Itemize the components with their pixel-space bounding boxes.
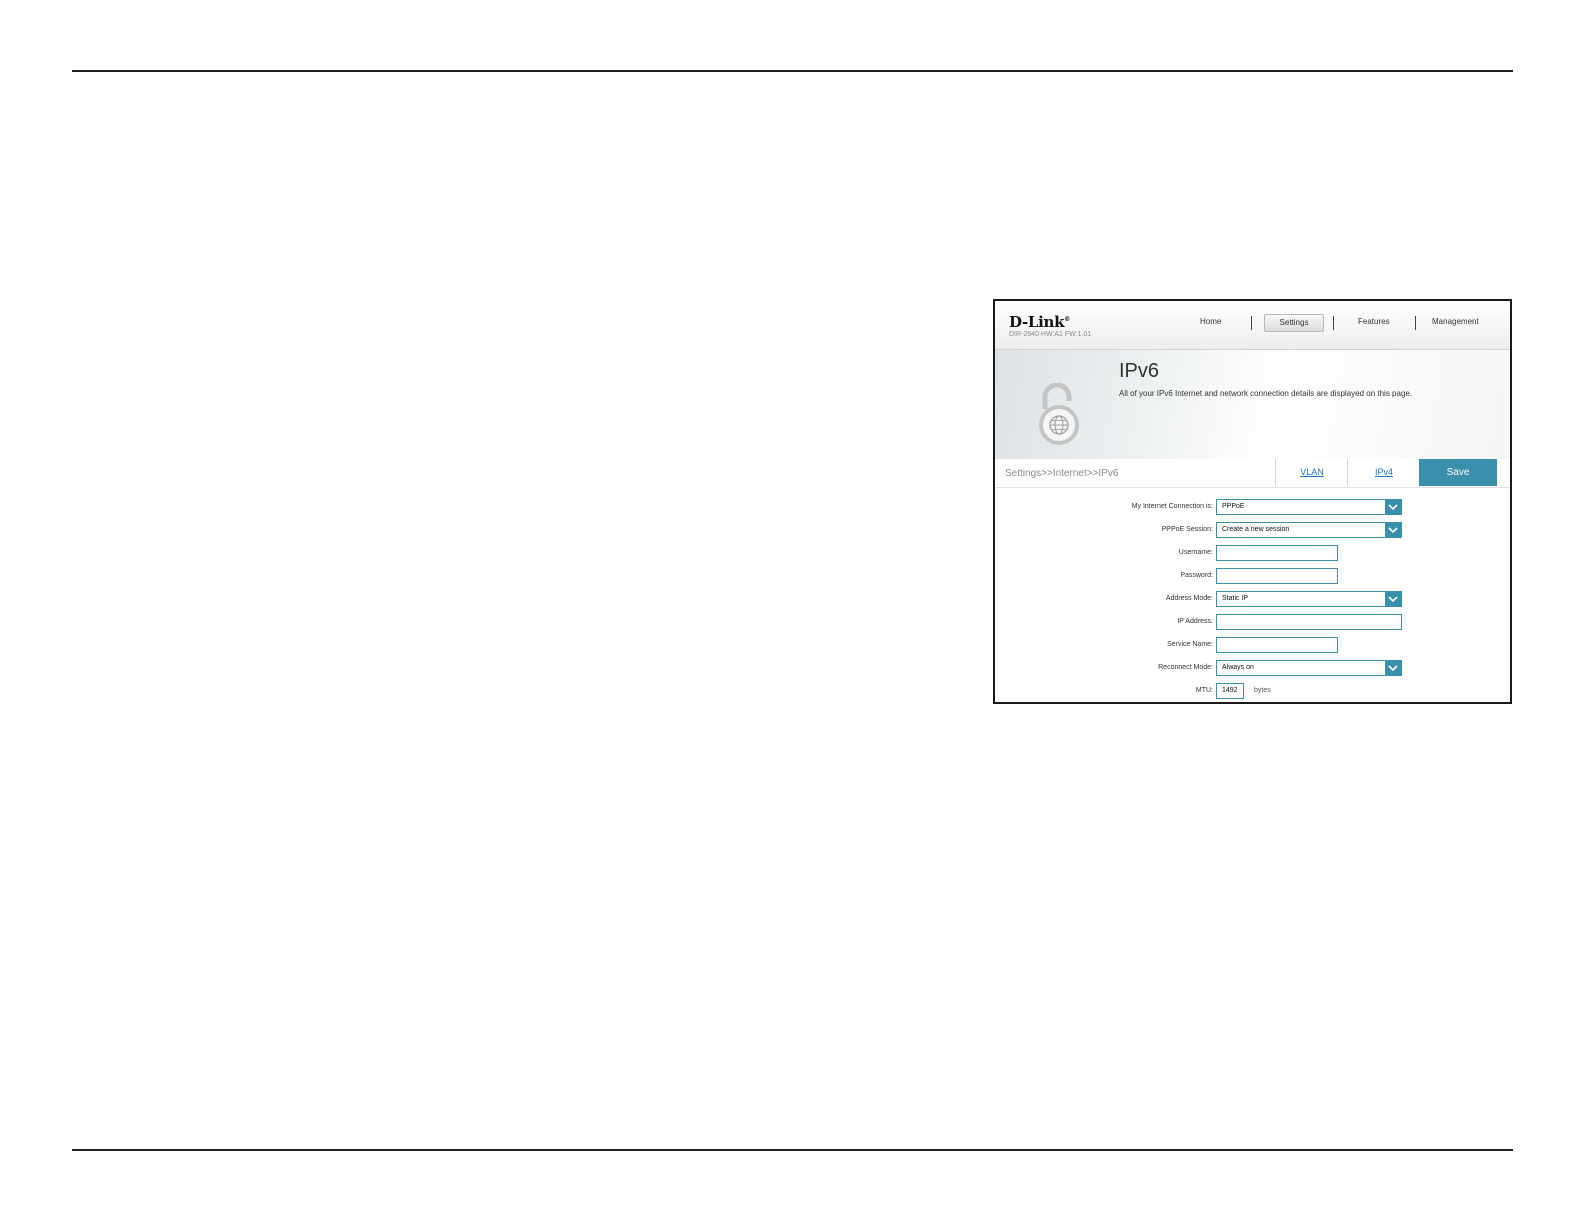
password-row: Password: xyxy=(995,568,1510,585)
mtu-label: MTU: xyxy=(1195,687,1213,694)
reconnect-label: Reconnect Mode: xyxy=(1158,664,1213,671)
username-label: Username: xyxy=(1178,549,1213,556)
page-title: IPv6 xyxy=(1119,360,1160,382)
bottom-rule xyxy=(72,1149,1513,1151)
mtu-unit: bytes xyxy=(1254,687,1271,694)
service-name-row: Service Name: xyxy=(995,637,1510,654)
reconnect-row: Reconnect Mode: Always on xyxy=(995,660,1510,677)
mtu-value: 1492 xyxy=(1222,687,1238,694)
password-label: Password: xyxy=(1180,572,1213,579)
lock-globe-icon xyxy=(1037,382,1083,450)
session-select[interactable]: Create a new session xyxy=(1216,522,1402,538)
connection-label: My Internet Connection is: xyxy=(1131,503,1213,510)
nav-management[interactable]: Management xyxy=(1432,317,1479,326)
connection-value: PPPoE xyxy=(1222,503,1245,510)
ip-address-row: IP Address: xyxy=(995,614,1510,631)
top-rule xyxy=(72,70,1513,72)
reconnect-select[interactable]: Always on xyxy=(1216,660,1402,676)
router-screenshot: D-Link® DIR-2640 HW:A1 FW:1.01 Home Sett… xyxy=(993,299,1512,704)
nav-separator xyxy=(1415,316,1416,330)
service-name-label: Service Name: xyxy=(1167,641,1213,648)
ip-address-input[interactable] xyxy=(1216,614,1402,630)
chevron-down-icon[interactable] xyxy=(1385,500,1401,514)
address-mode-value: Static IP xyxy=(1222,595,1249,602)
address-mode-row: Address Mode: Static IP xyxy=(995,591,1510,608)
mtu-input[interactable]: 1492 xyxy=(1216,683,1244,699)
address-mode-label: Address Mode: xyxy=(1165,595,1213,602)
chevron-down-icon[interactable] xyxy=(1385,523,1401,537)
chevron-down-icon[interactable] xyxy=(1385,592,1401,606)
nav-home[interactable]: Home xyxy=(1200,317,1221,326)
router-header: D-Link® DIR-2640 HW:A1 FW:1.01 Home Sett… xyxy=(995,301,1510,350)
nav-separator xyxy=(1251,316,1252,330)
connection-row: My Internet Connection is: PPPoE xyxy=(995,499,1510,516)
service-name-input[interactable] xyxy=(1216,637,1338,653)
session-row: PPPoE Session: Create a new session xyxy=(995,522,1510,539)
page-banner: IPv6 All of your IPv6 Internet and netwo… xyxy=(995,350,1510,459)
breadcrumb: Settings>>Internet>>IPv6 xyxy=(1005,468,1119,479)
password-input[interactable] xyxy=(1216,568,1338,584)
tab-vlan[interactable]: VLAN xyxy=(1275,459,1348,486)
model-info: DIR-2640 HW:A1 FW:1.01 xyxy=(1009,331,1092,338)
username-row: Username: xyxy=(995,545,1510,562)
page-description: All of your IPv6 Internet and network co… xyxy=(1119,389,1413,398)
reconnect-value: Always on xyxy=(1222,664,1254,671)
tab-ipv4[interactable]: IPv4 xyxy=(1347,459,1420,486)
dlink-logo: D-Link® xyxy=(1009,313,1070,331)
session-label: PPPoE Session: xyxy=(1161,526,1213,533)
save-button[interactable]: Save xyxy=(1419,459,1497,486)
mtu-row: MTU: 1492 bytes xyxy=(995,683,1510,700)
session-value: Create a new session xyxy=(1222,526,1290,533)
nav-separator xyxy=(1333,316,1334,330)
connection-select[interactable]: PPPoE xyxy=(1216,499,1402,515)
nav-settings[interactable]: Settings xyxy=(1264,314,1324,332)
address-mode-select[interactable]: Static IP xyxy=(1216,591,1402,607)
breadcrumb-bar: Settings>>Internet>>IPv6 VLAN IPv4 Save xyxy=(995,459,1510,488)
chevron-down-icon[interactable] xyxy=(1385,661,1401,675)
ip-address-label: IP Address: xyxy=(1177,618,1213,625)
nav-features[interactable]: Features xyxy=(1358,317,1390,326)
username-input[interactable] xyxy=(1216,545,1338,561)
